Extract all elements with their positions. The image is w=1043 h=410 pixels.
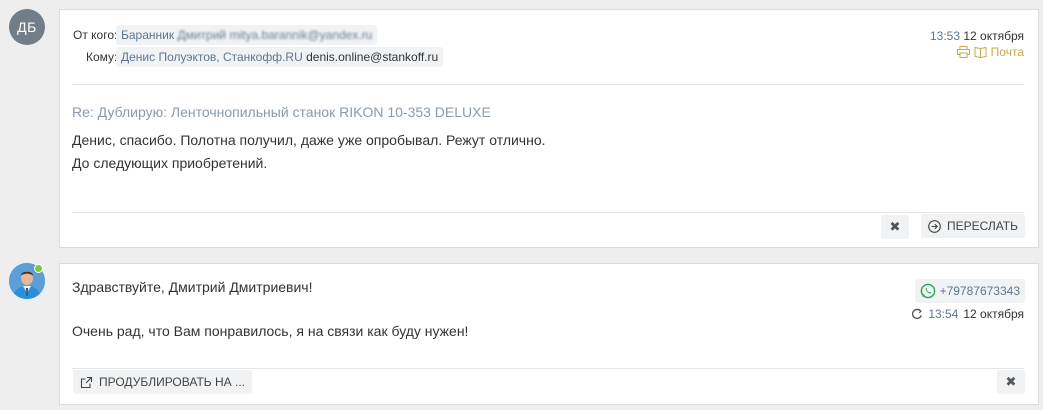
sent-status-icon xyxy=(912,308,923,320)
message-date: 12 октября xyxy=(963,307,1024,321)
duplicate-label: ПРОДУБЛИРОВАТЬ НА ... xyxy=(99,375,245,389)
message-date: 12 октября xyxy=(963,29,1024,43)
email-body-line: До следующих приобретений. xyxy=(72,155,268,171)
mail-actions: Почта xyxy=(956,45,1024,59)
email-body-line: Денис, спасибо. Полотна получил, даже уж… xyxy=(72,132,546,148)
chat-message-card: Здравствуйте, Дмитрий Дмитриевич! Очень … xyxy=(59,263,1039,405)
delete-button[interactable]: ✖ xyxy=(997,370,1025,394)
from-name: Баранник xyxy=(121,28,175,42)
header-divider xyxy=(72,84,1024,85)
to-email: denis.online@stankoff.ru xyxy=(306,50,439,64)
close-icon: ✖ xyxy=(889,219,901,234)
printer-icon[interactable] xyxy=(956,46,970,58)
avatar: ДБ xyxy=(9,9,45,45)
forward-button[interactable]: ПЕРЕСЛАТЬ xyxy=(920,214,1025,238)
whatsapp-phone-chip[interactable]: +79787673343 xyxy=(914,279,1025,303)
to-name: Денис Полуэктов, Станкофф.RU xyxy=(121,50,303,64)
message-time: 13:53 xyxy=(929,29,960,43)
chat-greeting: Здравствуйте, Дмитрий Дмитриевич! xyxy=(72,279,313,295)
close-icon: ✖ xyxy=(1005,374,1017,389)
duplicate-button[interactable]: ПРОДУБЛИРОВАТЬ НА ... xyxy=(73,370,252,394)
chat-body: Очень рад, что Вам понравилось, я на свя… xyxy=(72,323,469,339)
to-label: Кому: xyxy=(86,50,118,64)
footer-divider xyxy=(72,368,1024,369)
online-status-dot xyxy=(34,264,43,273)
forward-icon xyxy=(928,219,941,233)
whatsapp-icon xyxy=(920,283,935,299)
forward-label: ПЕРЕСЛАТЬ xyxy=(946,219,1018,233)
book-icon xyxy=(974,46,987,58)
from-hidden-details: Дмитрий mitya.barannik@yandex.ru xyxy=(177,28,373,42)
phone-number: +79787673343 xyxy=(939,284,1020,298)
footer-divider xyxy=(72,212,1024,213)
to-chip[interactable]: Денис Полуэктов, Станкофф.RU denis.onlin… xyxy=(116,47,444,67)
from-label: От кого: xyxy=(73,28,118,42)
from-chip[interactable]: Баранник Дмитрий mitya.barannik@yandex.r… xyxy=(116,25,378,45)
share-icon xyxy=(80,376,93,388)
message-timestamp: 13:54 12 октября xyxy=(911,307,1024,321)
message-time: 13:54 xyxy=(928,307,959,321)
delete-button[interactable]: ✖ xyxy=(881,215,909,239)
mail-label[interactable]: Почта xyxy=(991,45,1024,59)
email-subject: Re: Дублирую: Ленточнопильный станок RIK… xyxy=(72,104,491,120)
message-timestamp: 13:53 12 октября xyxy=(930,29,1024,43)
email-message-card: От кого: Баранник Дмитрий mitya.barannik… xyxy=(59,9,1039,248)
